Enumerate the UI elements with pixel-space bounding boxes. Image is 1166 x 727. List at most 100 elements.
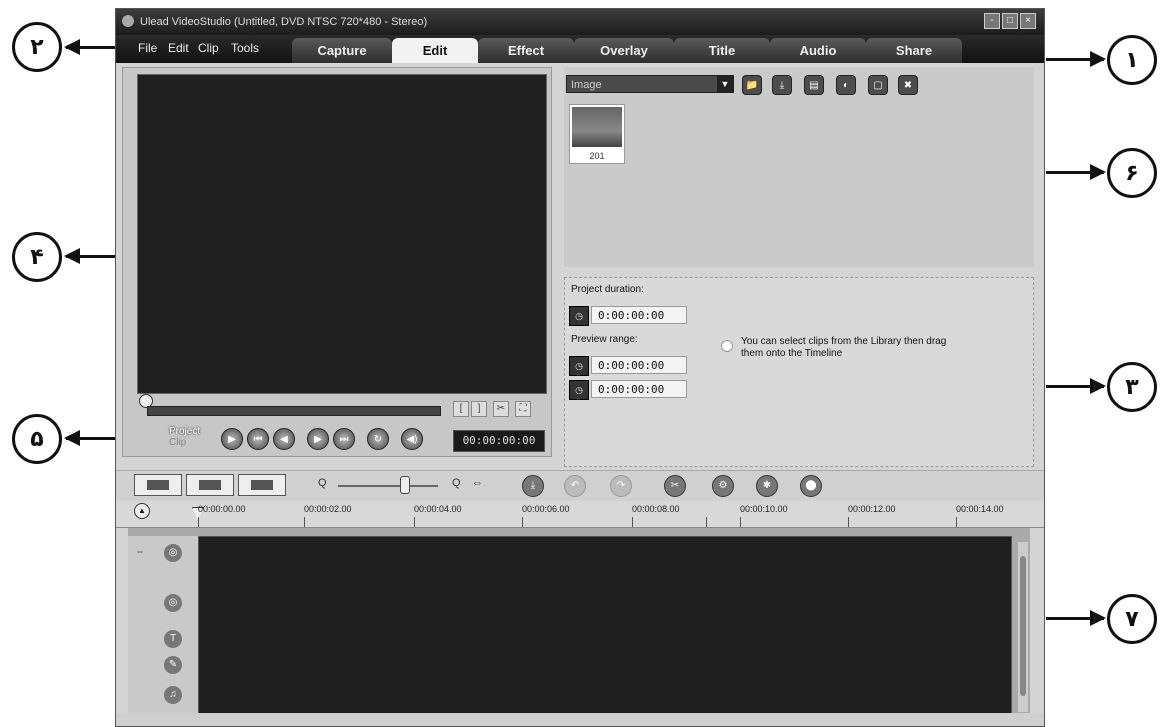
- menu-tools[interactable]: Tools: [231, 41, 259, 55]
- timecode-display[interactable]: 00:00:00:00: [453, 430, 545, 452]
- callout-3-arrow: [1046, 378, 1106, 394]
- preview-panel: [ ] ✂ ⛶ Project Clip ▶ ⏮ ◀ ▶ ⏭ ↻ ◀) 00:0…: [122, 67, 552, 457]
- insert-media-icon[interactable]: ⤓: [522, 475, 544, 497]
- volume-button[interactable]: ◀): [401, 428, 423, 450]
- preview-start-field[interactable]: 0:00:00:00: [591, 356, 687, 374]
- import-icon[interactable]: ⤓: [772, 75, 792, 95]
- callout-1-arrow: [1046, 51, 1106, 67]
- end-button[interactable]: ⏭: [333, 428, 355, 450]
- batch-convert-icon[interactable]: ⚙: [712, 475, 734, 497]
- ruler-tick: [632, 517, 633, 527]
- tab-title[interactable]: Title: [674, 38, 770, 63]
- mark-out-button[interactable]: ]: [471, 401, 487, 417]
- timeline-scrollbar[interactable]: [1018, 542, 1028, 712]
- sort-icon[interactable]: ◐: [836, 75, 856, 95]
- zoom-out-icon[interactable]: Q: [318, 477, 327, 489]
- timeline-bottom-bar: [116, 713, 1044, 726]
- enlarge-icon[interactable]: ⛶: [515, 401, 531, 417]
- chevron-down-icon[interactable]: ▼: [717, 76, 733, 92]
- mark-in-button[interactable]: [: [453, 401, 469, 417]
- callout-2: ۲: [12, 22, 62, 72]
- repeat-button[interactable]: ↻: [367, 428, 389, 450]
- project-clip-toggle[interactable]: Project Clip: [169, 426, 200, 448]
- duration-icon: ◷: [569, 306, 589, 326]
- range-start-icon: ◷: [569, 356, 589, 376]
- scrollbar-thumb[interactable]: [1020, 556, 1026, 696]
- undo-icon[interactable]: ↶: [564, 475, 586, 497]
- ruler-label: 00:00:02.00: [304, 504, 352, 514]
- next-frame-button[interactable]: ▶: [307, 428, 329, 450]
- zoom-slider[interactable]: [338, 485, 438, 487]
- hint-text: You can select clips from the Library th…: [741, 336, 947, 359]
- ruler-label: 00:00:04.00: [414, 504, 462, 514]
- close-button[interactable]: ×: [1020, 13, 1036, 29]
- library-thumbnail[interactable]: 201: [569, 104, 625, 164]
- ruler-tick: [706, 517, 707, 527]
- ruler-tick: [304, 517, 305, 527]
- menu-edit[interactable]: Edit: [168, 41, 189, 55]
- audio-view-button[interactable]: [238, 474, 286, 496]
- thumbnail-image: [572, 107, 622, 147]
- callout-4: ۴: [12, 232, 62, 282]
- menu-and-step-bar: File Edit Clip Tools Capture Edit Effect…: [116, 35, 1044, 63]
- zoom-slider-knob[interactable]: [400, 476, 410, 494]
- voice-track-icon[interactable]: ✎: [164, 656, 182, 674]
- library-category-dropdown[interactable]: Image ▼: [566, 75, 734, 93]
- record-capture-icon[interactable]: ⬤: [800, 475, 822, 497]
- overlay-track-icon[interactable]: ◎: [164, 594, 182, 612]
- play-button[interactable]: ▶: [221, 428, 243, 450]
- timeline-ruler[interactable]: ▲ 00:00:00.00 00:00:02.00 00:00:04.00 00…: [116, 501, 1044, 528]
- library-category-value: Image: [571, 79, 602, 91]
- hint-bulb-icon: [721, 340, 733, 352]
- ruler-tick: [414, 517, 415, 527]
- home-button[interactable]: ⏮: [247, 428, 269, 450]
- timeline-view-button[interactable]: [186, 474, 234, 496]
- chapter-point-icon[interactable]: ✱: [756, 475, 778, 497]
- link-icon[interactable]: ⇔: [132, 546, 148, 560]
- maximize-button[interactable]: □: [1002, 13, 1018, 29]
- tab-capture[interactable]: Capture: [292, 38, 392, 63]
- tab-overlay[interactable]: Overlay: [574, 38, 674, 63]
- open-folder-icon[interactable]: 📁: [742, 75, 762, 95]
- clip-mode-label[interactable]: Clip: [169, 437, 200, 448]
- tab-edit[interactable]: Edit: [392, 38, 478, 63]
- ruler-tick: [848, 517, 849, 527]
- fit-project-icon[interactable]: ⇔: [472, 477, 483, 489]
- tab-share[interactable]: Share: [866, 38, 962, 63]
- redo-icon[interactable]: ↷: [610, 475, 632, 497]
- callout-6-arrow: [1046, 164, 1106, 180]
- timeline-toolbar: Q Q ⇔ ⤓ ↶ ↷ ✂ ⚙ ✱ ⬤: [116, 470, 1044, 502]
- timeline-track-area[interactable]: [198, 536, 1012, 716]
- cut-clip-icon[interactable]: ✂: [493, 401, 509, 417]
- smart-proxy-icon[interactable]: ✂: [664, 475, 686, 497]
- ruler-label: 00:00:14.00: [956, 504, 1004, 514]
- track-manager-icon[interactable]: ▲: [134, 503, 150, 519]
- preview-end-field[interactable]: 0:00:00:00: [591, 380, 687, 398]
- menu-file[interactable]: File: [138, 41, 157, 55]
- options-icon[interactable]: ▢: [868, 75, 888, 95]
- range-end-icon: ◷: [569, 380, 589, 400]
- previous-frame-button[interactable]: ◀: [273, 428, 295, 450]
- scrub-bar[interactable]: [147, 406, 441, 416]
- tab-effect[interactable]: Effect: [478, 38, 574, 63]
- title-track-icon[interactable]: T: [164, 630, 182, 648]
- zoom-in-icon[interactable]: Q: [452, 477, 461, 489]
- track-headers: ⇔ ◎ ◎ T ✎ ♫: [128, 536, 198, 720]
- storyboard-view-button[interactable]: [134, 474, 182, 496]
- ruler-tick: [956, 517, 957, 527]
- library-manager-icon[interactable]: ▤: [804, 75, 824, 95]
- preview-screen: [137, 74, 547, 394]
- expand-icon[interactable]: ✖: [898, 75, 918, 95]
- video-track-icon[interactable]: ◎: [164, 544, 182, 562]
- ruler-label: 00:00:00.00: [198, 504, 246, 514]
- callout-1: ۱: [1107, 35, 1157, 85]
- application-window: Ulead VideoStudio (Untitled, DVD NTSC 72…: [115, 8, 1045, 727]
- minimize-button[interactable]: -: [984, 13, 1000, 29]
- project-duration-field[interactable]: 0:00:00:00: [591, 306, 687, 324]
- menu-clip[interactable]: Clip: [198, 41, 219, 55]
- tab-audio[interactable]: Audio: [770, 38, 866, 63]
- music-track-icon[interactable]: ♫: [164, 686, 182, 704]
- ruler-tick: [198, 517, 199, 527]
- project-mode-label[interactable]: Project: [169, 426, 200, 437]
- callout-7: ۷: [1107, 594, 1157, 644]
